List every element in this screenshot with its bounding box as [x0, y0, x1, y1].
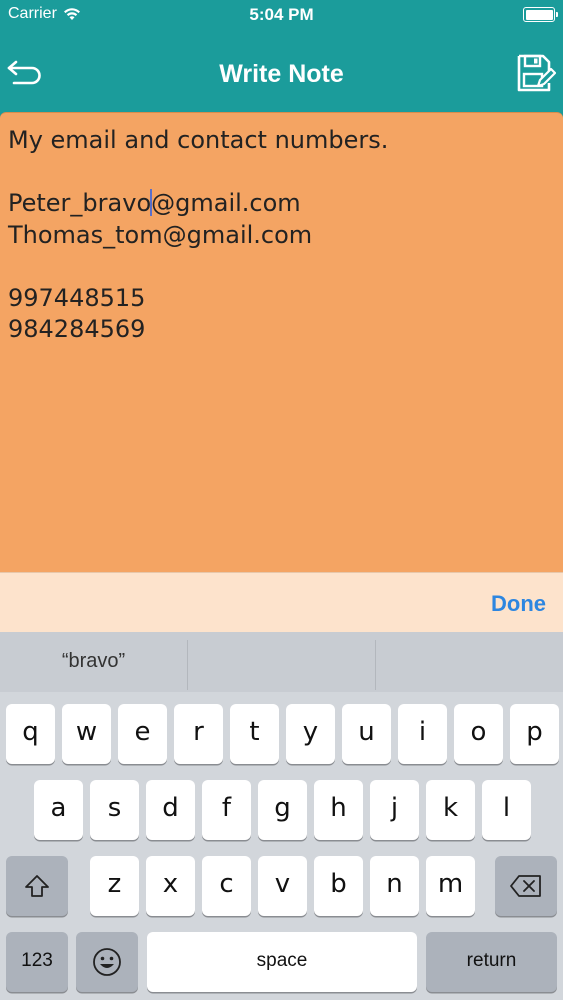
key-h[interactable]: h: [314, 780, 363, 840]
note-text: My email and contact numbers. Peter_brav…: [8, 125, 555, 346]
save-button[interactable]: [515, 52, 557, 94]
battery-fill: [525, 9, 553, 20]
key-d[interactable]: d: [146, 780, 195, 840]
key-g[interactable]: g: [258, 780, 307, 840]
shift-key[interactable]: [6, 856, 68, 916]
emoji-key[interactable]: [76, 932, 138, 992]
battery-icon: [523, 7, 558, 22]
key-s[interactable]: s: [90, 780, 139, 840]
key-l[interactable]: l: [482, 780, 531, 840]
status-bar: Carrier 5:04 PM: [0, 0, 563, 30]
key-x[interactable]: x: [146, 856, 195, 916]
key-f[interactable]: f: [202, 780, 251, 840]
key-y[interactable]: y: [286, 704, 335, 764]
suggestion-3[interactable]: [376, 632, 563, 692]
suggestion-1[interactable]: “bravo”: [0, 632, 187, 692]
done-button[interactable]: Done: [491, 591, 546, 617]
return-key[interactable]: return: [426, 932, 557, 992]
key-t[interactable]: t: [230, 704, 279, 764]
keyboard: “bravo” q w e r t y u i o p a s d f g h …: [0, 632, 563, 1000]
key-b[interactable]: b: [314, 856, 363, 916]
key-k[interactable]: k: [426, 780, 475, 840]
delete-icon: [510, 875, 541, 897]
nav-bar: Write Note: [0, 30, 563, 112]
key-j[interactable]: j: [370, 780, 419, 840]
note-text-area[interactable]: My email and contact numbers. Peter_brav…: [0, 112, 563, 572]
save-note-icon: [517, 54, 556, 92]
emoji-icon: [93, 948, 121, 976]
key-i[interactable]: i: [398, 704, 447, 764]
status-time: 5:04 PM: [249, 5, 314, 24]
key-o[interactable]: o: [454, 704, 503, 764]
suggestion-bar: “bravo”: [0, 632, 563, 692]
key-w[interactable]: w: [62, 704, 111, 764]
shift-icon: [25, 875, 49, 897]
page-title: Write Note: [219, 60, 344, 88]
key-n[interactable]: n: [370, 856, 419, 916]
suggestion-2[interactable]: [188, 632, 375, 692]
space-key[interactable]: space: [147, 932, 417, 992]
keyboard-accessory-bar: Done: [0, 572, 563, 632]
key-z[interactable]: z: [90, 856, 139, 916]
key-q[interactable]: q: [6, 704, 55, 764]
key-u[interactable]: u: [342, 704, 391, 764]
key-a[interactable]: a: [34, 780, 83, 840]
key-v[interactable]: v: [258, 856, 307, 916]
key-c[interactable]: c: [202, 856, 251, 916]
key-r[interactable]: r: [174, 704, 223, 764]
delete-key[interactable]: [495, 856, 557, 916]
numbers-key[interactable]: 123: [6, 932, 68, 992]
key-e[interactable]: e: [118, 704, 167, 764]
key-m[interactable]: m: [426, 856, 475, 916]
key-p[interactable]: p: [510, 704, 559, 764]
